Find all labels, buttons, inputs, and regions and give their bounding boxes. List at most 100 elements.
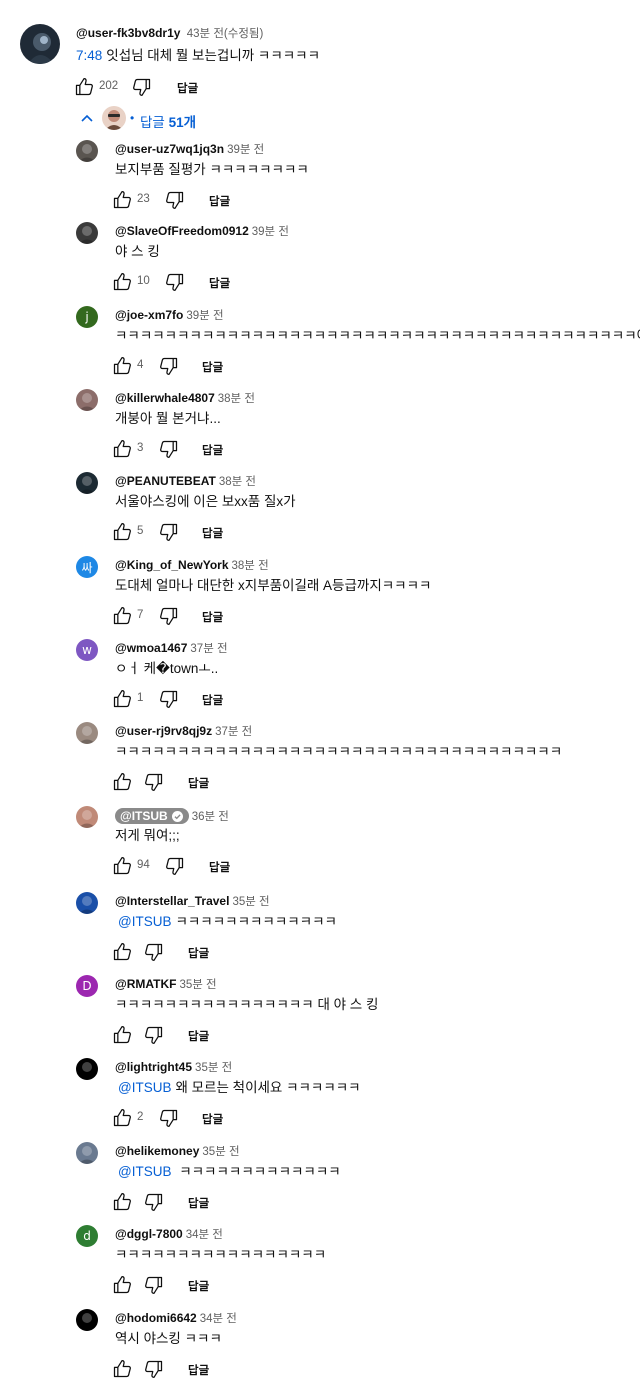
comment-time[interactable]: 37분 전	[215, 726, 252, 738]
reply-button[interactable]: 답글	[202, 442, 223, 458]
reply-button[interactable]: 답글	[202, 692, 223, 708]
thumb-down-icon[interactable]	[144, 1025, 164, 1045]
avatar[interactable]: 싸	[76, 556, 98, 578]
thumb-down-icon[interactable]	[144, 1192, 164, 1212]
avatar[interactable]: d	[76, 1225, 98, 1247]
thumb-down-icon[interactable]	[132, 77, 152, 97]
avatar[interactable]	[76, 1058, 98, 1080]
mention-link[interactable]: @ITSUB	[118, 1164, 171, 1179]
author-name[interactable]: @joe-xm7fo	[115, 308, 183, 322]
comment-time[interactable]: 36분 전	[192, 811, 229, 823]
comment-time[interactable]: 39분 전	[252, 226, 289, 238]
author-name[interactable]: @SlaveOfFreedom0912	[115, 224, 249, 238]
thumb-up-icon[interactable]	[112, 522, 132, 542]
reply-button[interactable]: 답글	[202, 525, 223, 541]
author-name[interactable]: @lightright45	[115, 1060, 192, 1074]
comment-time[interactable]: 35분 전	[179, 979, 216, 991]
thumb-up-icon[interactable]	[112, 856, 132, 876]
reply-button[interactable]: 답글	[209, 859, 230, 875]
reply-button[interactable]: 답글	[209, 275, 230, 291]
author-name[interactable]: @killerwhale4807	[115, 391, 215, 405]
thumb-up-icon[interactable]	[112, 439, 132, 459]
author-name[interactable]: @user-fk3bv8dr1y	[76, 26, 180, 40]
avatar[interactable]	[76, 472, 98, 494]
thumb-down-icon[interactable]	[159, 439, 179, 459]
thumb-up-icon[interactable]	[112, 772, 132, 792]
thumb-up-icon[interactable]	[74, 77, 94, 97]
avatar[interactable]: j	[76, 306, 98, 328]
comment-time[interactable]: 35분 전	[195, 1062, 232, 1074]
thumb-up-icon[interactable]	[112, 1025, 132, 1045]
author-name[interactable]: @Interstellar_Travel	[115, 894, 229, 908]
comment-time[interactable]: 34분 전	[200, 1313, 237, 1325]
author-name[interactable]: @user-rj9rv8qj9z	[115, 724, 212, 738]
thumb-down-icon[interactable]	[144, 942, 164, 962]
author-name[interactable]: @dggl-7800	[115, 1227, 183, 1241]
comment-time[interactable]: 34분 전	[186, 1229, 223, 1241]
author-name[interactable]: @RMATKF	[115, 977, 176, 991]
thumb-down-icon[interactable]	[159, 1108, 179, 1128]
author-name[interactable]: @ITSUB	[115, 808, 189, 824]
author-name[interactable]: @PEANUTEBEAT	[115, 474, 216, 488]
avatar[interactable]: D	[76, 975, 98, 997]
mention-link[interactable]: @ITSUB	[118, 1080, 171, 1095]
thumb-down-icon[interactable]	[144, 1359, 164, 1379]
comment-time[interactable]: 43분 전(수정됨)	[187, 28, 264, 40]
thumb-up-icon[interactable]	[112, 1275, 132, 1295]
reply-button[interactable]: 답글	[177, 80, 198, 96]
avatar[interactable]: w	[76, 639, 98, 661]
comment-time[interactable]: 35분 전	[202, 1146, 239, 1158]
avatar[interactable]	[76, 806, 98, 828]
author-name[interactable]: @hodomi6642	[115, 1311, 197, 1325]
thumb-down-icon[interactable]	[165, 190, 185, 210]
thumb-down-icon[interactable]	[159, 606, 179, 626]
thumb-down-icon[interactable]	[159, 689, 179, 709]
avatar[interactable]	[76, 389, 98, 411]
avatar[interactable]	[76, 140, 98, 162]
avatar[interactable]	[20, 24, 60, 64]
timestamp-link[interactable]: 7:48	[76, 48, 102, 63]
avatar[interactable]	[76, 1142, 98, 1164]
thumb-down-icon[interactable]	[165, 856, 185, 876]
comment-time[interactable]: 39분 전	[227, 144, 264, 156]
thumb-down-icon[interactable]	[159, 356, 179, 376]
reply-button[interactable]: 답글	[188, 945, 209, 961]
avatar[interactable]	[76, 222, 98, 244]
thumb-up-icon[interactable]	[112, 1359, 132, 1379]
reply-button[interactable]: 답글	[202, 359, 223, 375]
reply-button[interactable]: 답글	[202, 609, 223, 625]
reply-button[interactable]: 답글	[202, 1111, 223, 1127]
reply-button[interactable]: 답글	[209, 193, 230, 209]
reply-button[interactable]: 답글	[188, 775, 209, 791]
thumb-down-icon[interactable]	[159, 522, 179, 542]
reply-button[interactable]: 답글	[188, 1195, 209, 1211]
thumb-up-icon[interactable]	[112, 190, 132, 210]
thumb-down-icon[interactable]	[165, 272, 185, 292]
thumb-up-icon[interactable]	[112, 1192, 132, 1212]
author-name[interactable]: @helikemoney	[115, 1144, 199, 1158]
reply-button[interactable]: 답글	[188, 1362, 209, 1378]
thumb-up-icon[interactable]	[112, 942, 132, 962]
avatar[interactable]	[76, 722, 98, 744]
thumb-up-icon[interactable]	[112, 272, 132, 292]
thumb-up-icon[interactable]	[112, 606, 132, 626]
comment-time[interactable]: 37분 전	[190, 643, 227, 655]
comment-time[interactable]: 38분 전	[218, 393, 255, 405]
avatar[interactable]	[76, 1309, 98, 1331]
thumb-down-icon[interactable]	[144, 772, 164, 792]
reply-button[interactable]: 답글	[188, 1028, 209, 1044]
avatar[interactable]	[76, 892, 98, 914]
reply-button[interactable]: 답글	[188, 1278, 209, 1294]
comment-time[interactable]: 39분 전	[186, 310, 223, 322]
comment-time[interactable]: 38분 전	[232, 560, 269, 572]
author-name[interactable]: @wmoa1467	[115, 641, 187, 655]
thumb-up-icon[interactable]	[112, 689, 132, 709]
author-name[interactable]: @King_of_NewYork	[115, 558, 229, 572]
thumb-up-icon[interactable]	[112, 356, 132, 376]
thumb-down-icon[interactable]	[144, 1275, 164, 1295]
mention-link[interactable]: @ITSUB	[118, 914, 171, 929]
comment-time[interactable]: 38분 전	[219, 476, 256, 488]
thumb-up-icon[interactable]	[112, 1108, 132, 1128]
comment-time[interactable]: 35분 전	[232, 896, 269, 908]
author-name[interactable]: @user-uz7wq1jq3n	[115, 142, 224, 156]
